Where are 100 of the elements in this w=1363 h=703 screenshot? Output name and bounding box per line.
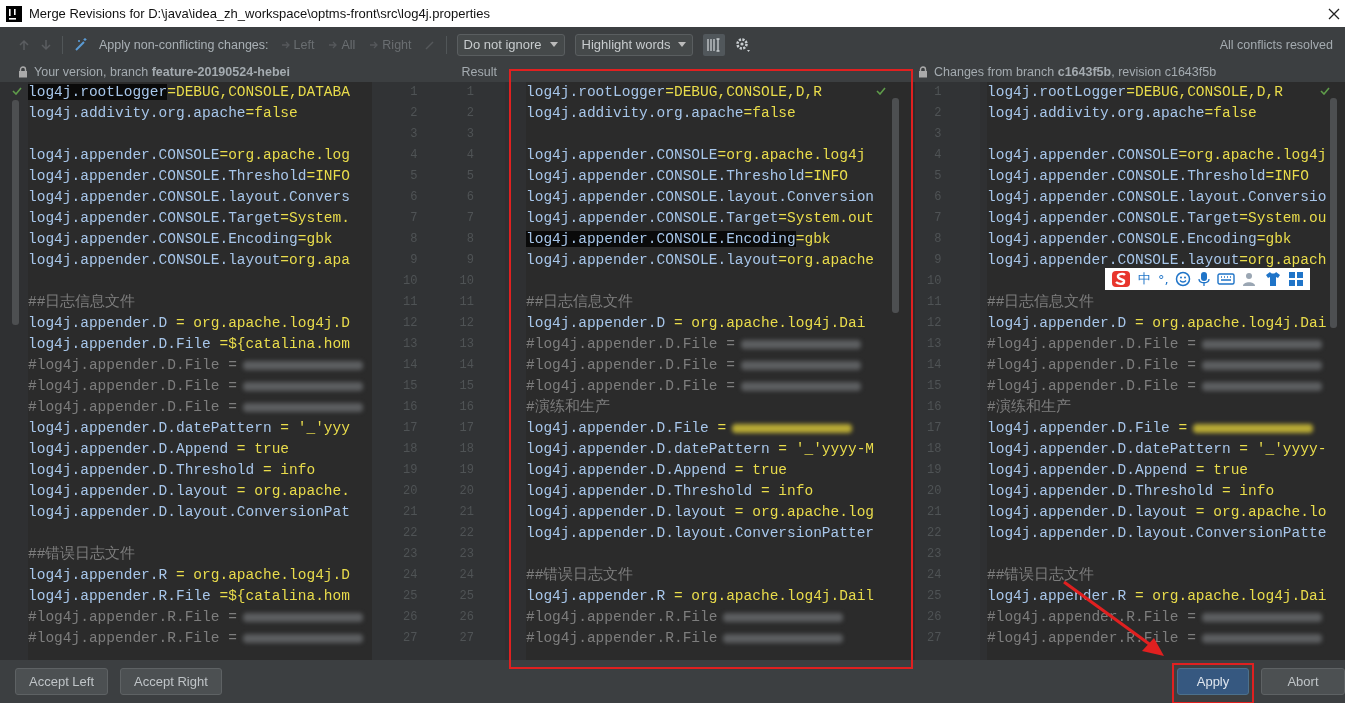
pane-header: Result bbox=[461, 65, 497, 79]
comment-line: #log4j.appender.D.File = bbox=[526, 356, 735, 375]
settings-icon[interactable] bbox=[735, 36, 752, 53]
code-line: log4j.rootLogger=DEBUG,CONSOLE,D,R bbox=[526, 83, 822, 102]
comment-line: ##错误日志文件 bbox=[987, 565, 1095, 585]
code-line: log4j.appender.D.Threshold = info bbox=[526, 482, 814, 501]
code-line: log4j.addivity.org.apache=false bbox=[28, 104, 298, 123]
arrow-icon bbox=[328, 39, 339, 50]
window-title: Merge Revisions for D:\java\idea_zh_workspace\optms-front\src\log4j.properties bbox=[29, 6, 490, 21]
check-icon bbox=[876, 87, 886, 95]
accept-button[interactable]: Accept Left bbox=[15, 668, 109, 695]
comment-line: #log4j.appender.D.File = bbox=[987, 335, 1196, 354]
comment-line: ##日志信息文件 bbox=[987, 292, 1095, 312]
abort-button[interactable]: Abort bbox=[1261, 668, 1345, 695]
caret-icon bbox=[549, 42, 558, 47]
code-line: log4j.appender.CONSOLE.Target=System.ou bbox=[987, 209, 1327, 228]
scrollbar[interactable] bbox=[12, 100, 19, 325]
comment-line: #演练和生产 bbox=[987, 397, 1071, 417]
code-line: log4j.appender.D.layout = org.apache.log bbox=[526, 503, 875, 522]
code-line: log4j.appender.D.layout.ConversionPat bbox=[28, 503, 350, 522]
comment-line: #演练和生产 bbox=[526, 397, 610, 417]
code-line: log4j.appender.CONSOLE.layout=org.apache bbox=[526, 251, 875, 270]
shirt-icon[interactable] bbox=[1264, 271, 1281, 287]
comment-line: ##错误日志文件 bbox=[526, 565, 634, 585]
code-line: log4j.appender.D.Append = true bbox=[526, 461, 788, 480]
code-line: log4j.appender.D.Threshold = info bbox=[28, 461, 316, 480]
pane-header: Changes from branch c1643f5b, revision c1643f5b bbox=[934, 65, 1217, 79]
code-line: log4j.appender.D.layout.ConversionPatter bbox=[526, 524, 875, 543]
code-line: log4j.appender.CONSOLE.layout.Conversion bbox=[526, 188, 875, 207]
code-line: log4j.appender.CONSOLE=org.apache.log4j bbox=[987, 146, 1327, 165]
arrow-icon bbox=[280, 39, 291, 50]
code-line: log4j.appender.D.Append = true bbox=[28, 440, 290, 459]
code-line: log4j.appender.D.Append = true bbox=[987, 461, 1249, 480]
punctuation-toggle[interactable]: °, bbox=[1158, 271, 1169, 287]
person-icon[interactable] bbox=[1241, 271, 1258, 287]
code-line: log4j.appender.D.datePattern = '_'yyy bbox=[28, 419, 350, 438]
code-line: log4j.appender.D.File = bbox=[526, 419, 727, 438]
comment-line: ##错误日志文件 bbox=[28, 544, 136, 564]
code-line: log4j.appender.CONSOLE.Threshold=INFO bbox=[28, 167, 350, 186]
close-icon[interactable] bbox=[1328, 7, 1340, 20]
code-line: log4j.appender.R = org.apache.log4j.D bbox=[28, 566, 350, 585]
arrow-icon bbox=[369, 39, 380, 50]
comment-line: #log4j.appender.D.File = bbox=[28, 398, 237, 417]
keyboard-icon[interactable] bbox=[1217, 273, 1236, 285]
comment-line: #log4j.appender.R.File bbox=[526, 629, 718, 648]
comment-line: #log4j.appender.R.File = bbox=[28, 629, 237, 648]
code-line: log4j.appender.CONSOLE.Target=System.out bbox=[526, 209, 875, 228]
apply-button[interactable]: Apply bbox=[1177, 668, 1249, 695]
pane-header: Your version, branch feature-20190524-hebei bbox=[34, 65, 290, 79]
code-line: log4j.appender.D = org.apache.log4j.Dai bbox=[526, 314, 866, 333]
code-line: log4j.appender.D.layout.ConversionPatte bbox=[987, 524, 1327, 543]
code-line: log4j.appender.CONSOLE.Threshold=INFO bbox=[987, 167, 1309, 186]
code-line: log4j.appender.CONSOLE.layout=org.apa bbox=[28, 251, 350, 270]
comment-line: #log4j.appender.D.File = bbox=[526, 335, 735, 354]
code-line: log4j.appender.D = org.apache.log4j.Dai bbox=[987, 314, 1327, 333]
smiley-icon[interactable] bbox=[1175, 271, 1192, 287]
code-line: log4j.appender.CONSOLE=org.apache.log bbox=[28, 146, 350, 165]
code-line: log4j.appender.CONSOLE.layout.Convers bbox=[28, 188, 350, 207]
code-line: log4j.appender.CONSOLE.Target=System. bbox=[28, 209, 350, 228]
code-line: log4j.appender.D.File = bbox=[987, 419, 1188, 438]
comment-line: #log4j.appender.D.File = bbox=[28, 356, 237, 375]
code-line: log4j.appender.CONSOLE.Encoding=gbk bbox=[526, 230, 831, 249]
comment-line: #log4j.appender.R.File bbox=[526, 608, 718, 627]
code-line: log4j.rootLogger=DEBUG,CONSOLE,DATABA bbox=[28, 83, 350, 102]
dropdown[interactable]: Do not ignore bbox=[456, 33, 565, 56]
comment-line: #log4j.appender.D.File = bbox=[28, 377, 237, 396]
toolbar-label: Apply non-conflicting changes: bbox=[99, 37, 269, 52]
accept-button[interactable]: Accept Right bbox=[120, 668, 222, 695]
columns-toggle-icon[interactable] bbox=[703, 33, 726, 56]
scrollbar[interactable] bbox=[892, 98, 899, 313]
app-logo-icon bbox=[6, 5, 22, 22]
scrollbar[interactable] bbox=[1330, 98, 1337, 328]
input-mode-toggle[interactable]: 中 bbox=[1138, 270, 1152, 288]
comment-line: ##日志信息文件 bbox=[28, 292, 136, 312]
microphone-icon[interactable] bbox=[1198, 271, 1211, 287]
code-line: log4j.appender.R = org.apache.log4j.Dail bbox=[526, 587, 875, 606]
code-line: log4j.appender.CONSOLE.Encoding=gbk bbox=[28, 230, 333, 249]
comment-line: #log4j.appender.R.File = bbox=[28, 608, 237, 627]
lock-icon bbox=[918, 66, 928, 78]
magic-icon[interactable] bbox=[73, 36, 89, 53]
lock-icon bbox=[18, 66, 28, 78]
code-line: log4j.appender.CONSOLE=org.apache.log4j bbox=[526, 146, 866, 165]
comment-line: #log4j.appender.D.File = bbox=[987, 377, 1196, 396]
code-line: log4j.addivity.org.apache=false bbox=[526, 104, 796, 123]
check-icon bbox=[12, 87, 22, 95]
code-line: log4j.appender.D.Threshold = info bbox=[987, 482, 1275, 501]
check-icon bbox=[1320, 87, 1330, 95]
code-line: log4j.addivity.org.apache=false bbox=[987, 104, 1257, 123]
comment-line: #log4j.appender.D.File = bbox=[526, 377, 735, 396]
code-line: log4j.appender.D.datePattern = '_'yyyy-M bbox=[526, 440, 875, 459]
dropdown[interactable]: Highlight words bbox=[574, 33, 694, 56]
code-line: log4j.appender.CONSOLE.layout.Conversio bbox=[987, 188, 1327, 207]
code-line: log4j.appender.D.layout = org.apache. bbox=[28, 482, 350, 501]
status-text: All conflicts resolved bbox=[1219, 37, 1333, 52]
code-line: log4j.appender.D = org.apache.log4j.D bbox=[28, 314, 350, 333]
code-line: log4j.rootLogger=DEBUG,CONSOLE,D,R bbox=[987, 83, 1283, 102]
grid-icon[interactable] bbox=[1287, 271, 1304, 287]
code-line: log4j.appender.CONSOLE.Encoding=gbk bbox=[987, 230, 1292, 249]
code-line: log4j.appender.D.File =${catalina.hom bbox=[28, 335, 350, 354]
code-line: log4j.appender.D.layout = org.apache.lo bbox=[987, 503, 1327, 522]
